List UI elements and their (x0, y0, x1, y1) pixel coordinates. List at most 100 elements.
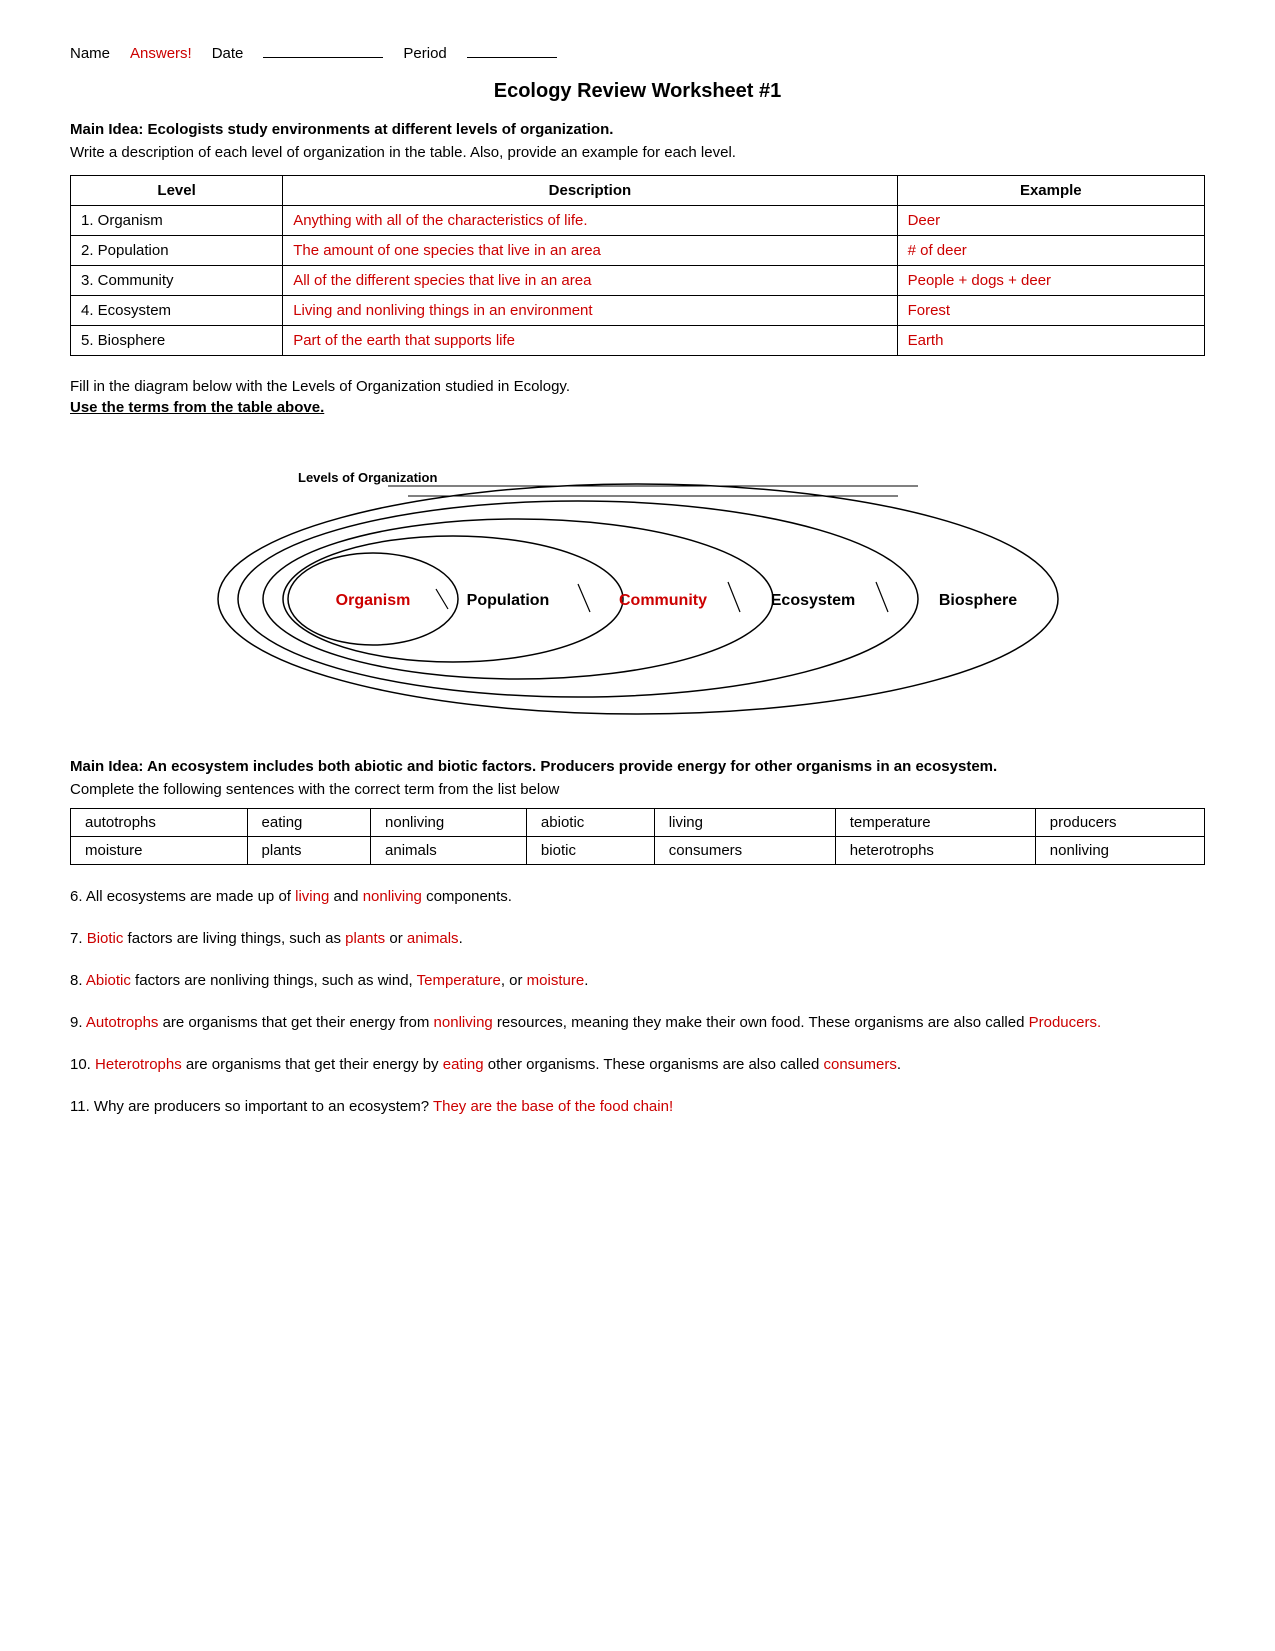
sentence-part: animals (407, 930, 459, 947)
sentence-part: eating (443, 1056, 484, 1073)
sentence-part: Why are producers so important to an eco… (94, 1098, 433, 1115)
word-bank-cell: nonliving (1035, 837, 1204, 865)
svg-text:Ecosystem: Ecosystem (770, 592, 855, 609)
example-cell: # of deer (897, 236, 1204, 266)
word-bank-row: autotrophseatingnonlivingabioticlivingte… (71, 809, 1205, 837)
word-bank-cell: heterotrophs (835, 837, 1035, 865)
table-row: 5. BiospherePart of the earth that suppo… (71, 326, 1205, 356)
level-cell: 3. Community (71, 266, 283, 296)
sentence-part: are organisms that get their energy by (182, 1056, 443, 1073)
word-bank-cell: temperature (835, 809, 1035, 837)
name-value: Answers! (130, 45, 192, 62)
sentence: 7. Biotic factors are living things, suc… (70, 927, 1205, 951)
sentence-part: other organisms. These organisms are als… (484, 1056, 824, 1073)
sentence-part: nonliving (434, 1014, 493, 1031)
word-bank-row: moistureplantsanimalsbioticconsumershete… (71, 837, 1205, 865)
sentence-number: 11. (70, 1098, 94, 1115)
svg-text:Population: Population (466, 592, 549, 609)
level-cell: 4. Ecosystem (71, 296, 283, 326)
sentence-number: 8. (70, 972, 86, 989)
complete-text: Complete the following sentences with th… (70, 781, 1205, 798)
level-cell: 2. Population (71, 236, 283, 266)
sentence-part: or (385, 930, 407, 947)
sentence-part: factors are nonliving things, such as wi… (131, 972, 417, 989)
word-bank-cell: eating (247, 809, 370, 837)
table-row: 1. OrganismAnything with all of the char… (71, 206, 1205, 236)
diagram-instruction-bold: Use the terms from the table above. (70, 399, 1205, 416)
sentence-part: Abiotic (86, 972, 131, 989)
table-row: 2. PopulationThe amount of one species t… (71, 236, 1205, 266)
word-bank-cell: animals (371, 837, 527, 865)
example-cell: Deer (897, 206, 1204, 236)
section1-main-idea: Main Idea: Ecologists study environments… (70, 121, 1205, 138)
sentences-container: 6. All ecosystems are made up of living … (70, 885, 1205, 1119)
level-cell: 5. Biosphere (71, 326, 283, 356)
example-cell: People + dogs + deer (897, 266, 1204, 296)
sentence-part: They are the base of the food chain! (433, 1098, 673, 1115)
sentence-part: moisture (527, 972, 585, 989)
description-cell: The amount of one species that live in a… (283, 236, 897, 266)
word-bank-cell: moisture (71, 837, 248, 865)
sentence-part: consumers (824, 1056, 897, 1073)
page-title: Ecology Review Worksheet #1 (70, 80, 1205, 103)
table-row: 4. EcosystemLiving and nonliving things … (71, 296, 1205, 326)
word-bank-cell: producers (1035, 809, 1204, 837)
section1: Main Idea: Ecologists study environments… (70, 121, 1205, 356)
col-description: Description (283, 176, 897, 206)
sentence-part: and (329, 888, 362, 905)
sentence-number: 9. (70, 1014, 86, 1031)
sentence: 11. Why are producers so important to an… (70, 1095, 1205, 1119)
description-cell: Anything with all of the characteristics… (283, 206, 897, 236)
sentence-part: Biotic (87, 930, 124, 947)
sentence-part: . (459, 930, 463, 947)
sentence-number: 10. (70, 1056, 95, 1073)
svg-text:Community: Community (619, 592, 707, 609)
sentence-part: Heterotrophs (95, 1056, 182, 1073)
sentence-part: . (584, 972, 588, 989)
sentence-part: resources, meaning they make their own f… (493, 1014, 1029, 1031)
sentence-part: Autotrophs (86, 1014, 159, 1031)
svg-text:Biosphere: Biosphere (938, 592, 1016, 609)
sentence: 6. All ecosystems are made up of living … (70, 885, 1205, 909)
period-label: Period (403, 45, 446, 62)
level-cell: 1. Organism (71, 206, 283, 236)
example-cell: Forest (897, 296, 1204, 326)
sentence-part: factors are living things, such as (123, 930, 345, 947)
word-bank-cell: nonliving (371, 809, 527, 837)
name-label: Name (70, 45, 110, 62)
word-bank-cell: autotrophs (71, 809, 248, 837)
section2-main-idea: Main Idea: An ecosystem includes both ab… (70, 758, 1205, 775)
word-bank-cell: consumers (654, 837, 835, 865)
section1-instruction: Write a description of each level of org… (70, 144, 1205, 161)
sentence-part: All ecosystems are made up of (86, 888, 295, 905)
levels-diagram: Organism Population Community Ecosystem … (188, 434, 1088, 734)
sentence: 10. Heterotrophs are organisms that get … (70, 1053, 1205, 1077)
date-field[interactable] (263, 40, 383, 58)
word-bank-table: autotrophseatingnonlivingabioticlivingte… (70, 808, 1205, 865)
header: Name Answers! Date Period (70, 40, 1205, 62)
sentence-part: plants (345, 930, 385, 947)
table-row: 3. CommunityAll of the different species… (71, 266, 1205, 296)
example-cell: Earth (897, 326, 1204, 356)
svg-text:Organism: Organism (335, 592, 410, 609)
sentence-part: Temperature (417, 972, 501, 989)
sentence-part: Producers. (1029, 1014, 1102, 1031)
sentence-part: . (897, 1056, 901, 1073)
word-bank-cell: plants (247, 837, 370, 865)
sentence: 8. Abiotic factors are nonliving things,… (70, 969, 1205, 993)
sentence-number: 6. (70, 888, 86, 905)
sentence-part: are organisms that get their energy from (158, 1014, 433, 1031)
org-table: Level Description Example 1. OrganismAny… (70, 175, 1205, 356)
description-cell: All of the different species that live i… (283, 266, 897, 296)
word-bank-cell: abiotic (526, 809, 654, 837)
description-cell: Living and nonliving things in an enviro… (283, 296, 897, 326)
diagram-instruction: Fill in the diagram below with the Level… (70, 378, 1205, 395)
section2: Main Idea: An ecosystem includes both ab… (70, 758, 1205, 1119)
svg-text:Levels of Organization: Levels of Organization (298, 470, 437, 485)
col-example: Example (897, 176, 1204, 206)
sentence-part: , or (501, 972, 527, 989)
sentence: 9. Autotrophs are organisms that get the… (70, 1011, 1205, 1035)
period-field[interactable] (467, 40, 557, 58)
sentence-number: 7. (70, 930, 87, 947)
date-label: Date (212, 45, 244, 62)
